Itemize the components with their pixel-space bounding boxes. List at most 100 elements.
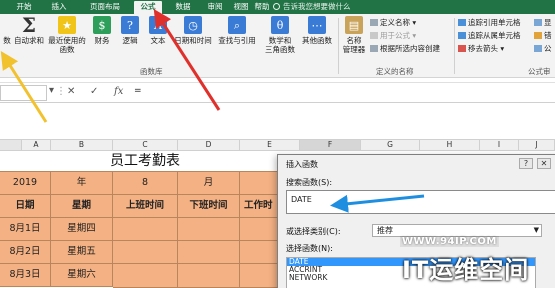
autosum-button[interactable]: Σ 自动求和 — [12, 15, 46, 46]
cell-date[interactable]: 8月2日 — [0, 241, 51, 264]
name-manager-label: 名称 管理器 — [342, 36, 366, 54]
column-header-g[interactable]: G — [361, 139, 420, 151]
watermark-logo: IT运维空间 — [402, 256, 530, 284]
financial-button[interactable]: $ 财务 — [90, 16, 114, 45]
cell-empty[interactable] — [240, 241, 280, 264]
use-in-formula-button[interactable]: 用于公式 ▾ — [370, 31, 416, 41]
close-icon[interactable]: ✕ — [537, 158, 551, 169]
cell-empty[interactable] — [240, 172, 280, 195]
cell-date[interactable]: 8月1日 — [0, 218, 51, 241]
cell-date[interactable]: 8月3日 — [0, 264, 51, 287]
remove-arrows-icon — [458, 45, 466, 52]
text-icon: A — [149, 16, 167, 34]
tell-me-text: 告诉我您想要做什么 — [283, 2, 351, 11]
remove-arrows-button[interactable]: 移去箭头 ▾ — [458, 44, 504, 54]
column-header-e[interactable]: E — [240, 139, 300, 151]
header-work-hours[interactable]: 工作时 — [240, 195, 280, 218]
column-header-i[interactable]: I — [480, 139, 519, 151]
use-in-formula-icon — [370, 32, 378, 39]
group-defined-names-label: 定义的名称 — [376, 67, 414, 76]
cell-empty[interactable] — [240, 218, 280, 241]
tab-help[interactable]: 帮助 — [250, 1, 274, 14]
sheet-title[interactable]: 员工考勤表 — [0, 151, 290, 172]
cell-month[interactable]: 8 — [113, 172, 178, 195]
group-function-library-label: 函数库 — [140, 67, 163, 76]
cell-empty[interactable] — [178, 264, 240, 288]
star-icon: ★ — [58, 16, 76, 34]
trace-precedents-button[interactable]: 追踪引用单元格 — [458, 18, 521, 28]
group-separator — [454, 18, 455, 74]
define-name-icon — [370, 19, 378, 26]
create-from-selection-label: 根据所选内容创建 — [380, 44, 440, 53]
header-weekday[interactable]: 星期 — [51, 195, 113, 218]
cell-year-label[interactable]: 年 — [51, 172, 113, 195]
show-formulas-button[interactable]: 显 — [534, 18, 552, 28]
select-all-corner[interactable] — [0, 139, 22, 151]
column-header-b[interactable]: B — [51, 139, 113, 151]
search-function-input[interactable]: DATE — [286, 190, 555, 214]
cell-weekday[interactable]: 星期六 — [51, 264, 113, 287]
lightbulb-icon — [273, 3, 280, 10]
cell-month-label[interactable]: 月 — [178, 172, 240, 195]
name-box[interactable] — [0, 85, 47, 101]
formula-input[interactable]: = — [134, 86, 554, 100]
select-function-label: 选择函数(N): — [286, 244, 333, 253]
lookup-reference-button[interactable]: ⌕ 查找与引用 — [216, 16, 258, 45]
cell-empty[interactable] — [113, 218, 178, 241]
column-header-h[interactable]: H — [420, 139, 480, 151]
cell-empty[interactable] — [240, 264, 280, 288]
lookup-reference-label: 查找与引用 — [218, 36, 256, 45]
logical-button[interactable]: ? 逻辑 — [118, 16, 142, 45]
tab-insert[interactable]: 插入 — [46, 1, 72, 14]
more-functions-button[interactable]: ⋯ 其他函数 — [298, 16, 336, 45]
name-manager-button[interactable]: ▤ 名称 管理器 — [340, 16, 368, 54]
group-formula-auditing-label: 公式审 — [528, 67, 551, 76]
help-icon[interactable]: ? — [519, 158, 533, 169]
autosum-label: 自动求和 — [14, 36, 44, 45]
text-button[interactable]: A 文本 — [146, 16, 170, 45]
trace-dependents-label: 追踪从属单元格 — [468, 31, 521, 40]
watermark-url: WWW.94IP.COM — [400, 236, 499, 247]
column-header-f[interactable]: F — [300, 139, 361, 151]
header-start-time[interactable]: 上班时间 — [113, 195, 178, 218]
header-end-time[interactable]: 下班时间 — [178, 195, 240, 218]
cell-empty[interactable] — [178, 241, 240, 264]
remove-arrows-label: 移去箭头 — [468, 44, 498, 53]
header-date[interactable]: 日期 — [0, 195, 51, 218]
column-header-a[interactable]: A — [22, 139, 51, 151]
error-checking-label: 错 — [544, 31, 552, 40]
define-name-button[interactable]: 定义名称 ▾ — [370, 18, 416, 28]
category-value: 推荐 — [377, 226, 393, 235]
ribbon-formulas: 数 Σ 自动求和 ★ 最近使用的 函数 $ 财务 ? 逻辑 A 文本 ◷ 日期和… — [0, 14, 555, 78]
cell-empty[interactable] — [113, 264, 178, 288]
insert-function-fx-icon[interactable]: fx — [114, 86, 123, 97]
cell-empty[interactable] — [113, 241, 178, 264]
financial-label: 财务 — [94, 36, 110, 45]
tell-me-search[interactable]: 告诉我您想要做什么 — [273, 1, 351, 13]
tab-page-layout[interactable]: 页面布局 — [82, 1, 128, 14]
trace-dependents-button[interactable]: 追踪从属单元格 — [458, 31, 521, 41]
math-trig-button[interactable]: θ 数学和 三角函数 — [262, 16, 298, 54]
recent-functions-button[interactable]: ★ 最近使用的 函数 — [46, 16, 88, 54]
tab-data[interactable]: 数据 — [170, 1, 196, 14]
trace-precedents-label: 追踪引用单元格 — [468, 18, 521, 27]
cell-empty[interactable] — [178, 218, 240, 241]
cell-weekday[interactable]: 星期五 — [51, 241, 113, 264]
math-trig-label: 数学和 三角函数 — [265, 36, 295, 54]
cancel-icon[interactable]: ✕ — [67, 86, 75, 97]
cell-year[interactable]: 2019 — [0, 172, 51, 195]
enter-icon[interactable]: ✓ — [90, 86, 98, 97]
error-checking-icon — [534, 32, 542, 39]
tab-review[interactable]: 审阅 — [202, 1, 228, 14]
date-time-button[interactable]: ◷ 日期和时间 — [172, 16, 214, 45]
column-header-c[interactable]: C — [113, 139, 178, 151]
create-from-selection-button[interactable]: 根据所选内容创建 — [370, 44, 440, 54]
error-checking-button[interactable]: 错 — [534, 31, 552, 41]
evaluate-formula-button[interactable]: 公 — [534, 44, 552, 54]
column-header-j[interactable]: J — [519, 139, 555, 151]
group-separator — [338, 18, 339, 74]
cell-weekday[interactable]: 星期四 — [51, 218, 113, 241]
column-header-d[interactable]: D — [178, 139, 240, 151]
name-box-dropdown-icon[interactable]: ▾ — [49, 85, 54, 96]
tab-formulas[interactable]: 公式 — [134, 1, 162, 14]
